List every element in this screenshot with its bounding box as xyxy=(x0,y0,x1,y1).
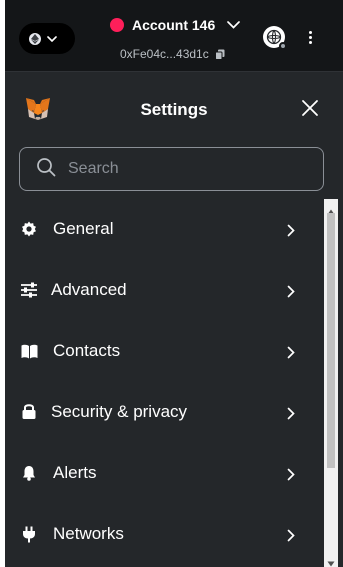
plug-icon xyxy=(20,525,38,543)
account-name: Account 146 xyxy=(132,17,216,33)
settings-item-label: Security & privacy xyxy=(51,402,188,421)
chevron-right-icon xyxy=(287,467,297,481)
settings-item-label: Networks xyxy=(53,524,124,543)
scroll-down-arrow-icon[interactable] xyxy=(327,554,335,567)
network-icon xyxy=(29,32,41,45)
app-header: Account 146 0xFe04c...43d1c xyxy=(5,0,343,72)
settings-item-advanced[interactable]: Advanced xyxy=(5,260,323,321)
settings-item-general[interactable]: General xyxy=(5,199,323,260)
chevron-down-icon xyxy=(47,35,57,42)
copy-icon xyxy=(214,49,225,60)
account-avatar xyxy=(110,18,124,32)
wallet-popup: Account 146 0xFe04c...43d1c Settings Sea… xyxy=(5,0,343,567)
bell-icon xyxy=(20,464,38,482)
account-picker-button[interactable]: Account 146 xyxy=(110,17,241,33)
settings-item-label: Advanced xyxy=(51,280,127,299)
chevron-right-icon xyxy=(287,284,297,298)
settings-item-contacts[interactable]: Contacts xyxy=(5,321,323,382)
chevron-right-icon xyxy=(287,345,297,359)
settings-item-networks[interactable]: Networks xyxy=(5,504,323,565)
search-field[interactable] xyxy=(19,147,324,191)
gear-icon xyxy=(20,220,38,238)
chevron-down-icon xyxy=(227,21,241,29)
connected-site-icon[interactable] xyxy=(263,26,287,50)
scrollbar-thumb[interactable] xyxy=(327,213,335,468)
close-icon[interactable] xyxy=(301,99,319,117)
vertical-scrollbar[interactable] xyxy=(324,199,338,567)
network-picker-button[interactable] xyxy=(19,23,75,54)
account-address: 0xFe04c...43d1c xyxy=(120,47,209,61)
settings-item-alerts[interactable]: Alerts xyxy=(5,443,323,504)
settings-header: Settings xyxy=(5,72,343,142)
more-options-icon[interactable] xyxy=(302,28,318,46)
chevron-right-icon xyxy=(287,528,297,542)
copy-address-button[interactable]: 0xFe04c...43d1c xyxy=(120,47,225,61)
search-input[interactable] xyxy=(68,160,298,178)
settings-item-label: General xyxy=(53,219,114,238)
search-icon xyxy=(36,157,56,182)
sliders-icon xyxy=(20,281,38,299)
lock-icon xyxy=(20,402,38,420)
chevron-right-icon xyxy=(287,406,297,420)
settings-item-label: Contacts xyxy=(53,341,121,360)
chevron-right-icon xyxy=(287,223,297,237)
settings-item-label: Alerts xyxy=(53,463,97,482)
settings-item-security-privacy[interactable]: Security & privacy xyxy=(5,382,323,443)
page-title: Settings xyxy=(140,100,208,119)
book-icon xyxy=(20,342,38,360)
connection-status-dot xyxy=(279,42,287,50)
settings-menu: General Advanced Contacts Security & pri… xyxy=(5,199,323,567)
